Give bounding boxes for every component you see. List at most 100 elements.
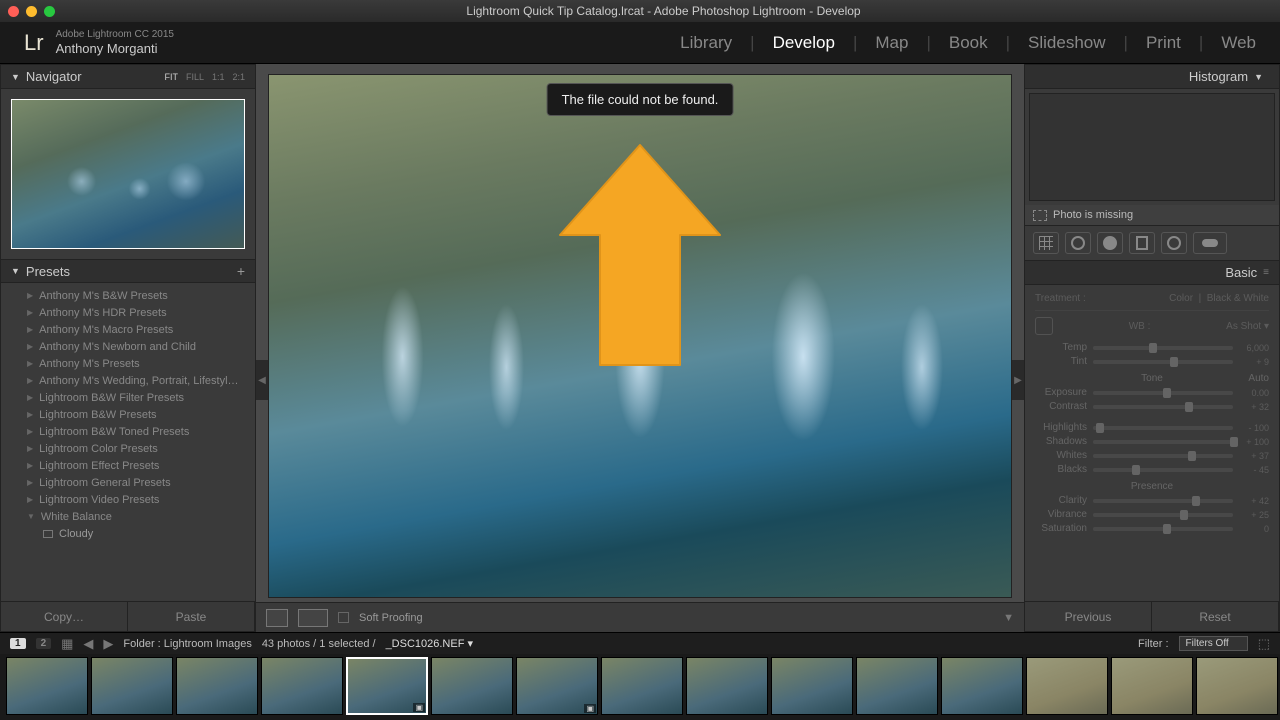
graduated-filter-icon[interactable] [1129, 232, 1155, 254]
adjustment-brush-icon[interactable] [1193, 232, 1227, 254]
crop-tool-icon[interactable] [1033, 232, 1059, 254]
zoom-icon[interactable] [44, 6, 55, 17]
histogram-display[interactable] [1029, 93, 1275, 201]
wb-eyedropper-icon[interactable] [1035, 317, 1053, 335]
preset-folder[interactable]: ▶Lightroom Color Presets [1, 440, 255, 457]
preset-folder[interactable]: ▶Anthony M's HDR Presets [1, 304, 255, 321]
filmstrip-thumb[interactable]: ▣ [346, 657, 428, 715]
slider-clarity[interactable]: Clarity+ 42 [1035, 495, 1269, 506]
loupe-view-icon[interactable] [266, 609, 288, 627]
left-panel-toggle[interactable]: ◀ [256, 360, 268, 400]
filmstrip[interactable]: ▣▣ [0, 654, 1280, 720]
soft-proofing-label: Soft Proofing [359, 612, 423, 624]
preset-folder[interactable]: ▶Lightroom B&W Toned Presets [1, 423, 255, 440]
minimize-icon[interactable] [26, 6, 37, 17]
nav-forward-icon[interactable]: ▶ [103, 636, 113, 652]
filmstrip-thumb[interactable] [601, 657, 683, 715]
slider-temp[interactable]: Temp6,000 [1035, 342, 1269, 353]
slider-shadows[interactable]: Shadows+ 100 [1035, 436, 1269, 447]
slider-highlights[interactable]: Highlights- 100 [1035, 422, 1269, 433]
preset-folder[interactable]: ▶Lightroom Video Presets [1, 491, 255, 508]
filmstrip-thumb[interactable] [176, 657, 258, 715]
preset-folder[interactable]: ▶Lightroom General Presets [1, 474, 255, 491]
slider-exposure[interactable]: Exposure0.00 [1035, 387, 1269, 398]
add-preset-icon[interactable]: + [237, 263, 245, 279]
toolbar-menu-icon[interactable]: ▼ [1003, 612, 1014, 624]
module-map[interactable]: Map [875, 33, 908, 53]
filter-dropdown[interactable]: Filters Off [1179, 636, 1248, 651]
slider-contrast[interactable]: Contrast+ 32 [1035, 401, 1269, 412]
preset-folder-open[interactable]: ▼White Balance [1, 508, 255, 525]
soft-proofing-checkbox[interactable] [338, 612, 349, 623]
nav-zoom-fit[interactable]: FIT [164, 72, 178, 82]
filmstrip-thumb[interactable] [1111, 657, 1193, 715]
slider-tint[interactable]: Tint+ 9 [1035, 356, 1269, 367]
nav-zoom-2:1[interactable]: 2:1 [232, 72, 245, 82]
monitor-1-badge[interactable]: 1 [10, 638, 26, 649]
basic-header[interactable]: Basic ≡ [1025, 261, 1279, 285]
navigator-zoom-options[interactable]: FIT FILL 1:1 2:1 [164, 72, 245, 82]
redeye-tool-icon[interactable] [1097, 232, 1123, 254]
treatment-bw[interactable]: Black & White [1207, 293, 1269, 304]
monitor-2-badge[interactable]: 2 [36, 638, 52, 649]
module-slideshow[interactable]: Slideshow [1028, 33, 1106, 53]
nav-zoom-1:1[interactable]: 1:1 [212, 72, 225, 82]
radial-filter-icon[interactable] [1161, 232, 1187, 254]
preset-folder[interactable]: ▶Anthony M's B&W Presets [1, 287, 255, 304]
filmstrip-thumb[interactable] [431, 657, 513, 715]
treatment-color[interactable]: Color [1169, 293, 1193, 304]
module-book[interactable]: Book [949, 33, 988, 53]
nav-zoom-fill[interactable]: FILL [186, 72, 204, 82]
filmstrip-thumb[interactable] [686, 657, 768, 715]
filmstrip-thumb[interactable] [91, 657, 173, 715]
nav-back-icon[interactable]: ◀ [83, 636, 93, 652]
histogram-header[interactable]: Histogram ▼ [1025, 65, 1279, 89]
filmstrip-path[interactable]: Folder : Lightroom Images [123, 638, 251, 650]
window-controls[interactable] [8, 6, 55, 17]
preset-folder[interactable]: ▶Lightroom B&W Presets [1, 406, 255, 423]
slider-vibrance[interactable]: Vibrance+ 25 [1035, 509, 1269, 520]
filmstrip-thumb[interactable] [941, 657, 1023, 715]
navigator-preview[interactable] [1, 89, 255, 259]
filmstrip-thumb[interactable] [261, 657, 343, 715]
before-after-icon[interactable] [298, 609, 328, 627]
previous-button[interactable]: Previous [1025, 602, 1152, 631]
slider-saturation[interactable]: Saturation0 [1035, 523, 1269, 534]
preset-folder[interactable]: ▶Lightroom Effect Presets [1, 457, 255, 474]
preset-folder[interactable]: ▶Lightroom B&W Filter Presets [1, 389, 255, 406]
photo-canvas[interactable]: The file could not be found. [268, 74, 1012, 598]
preset-folder[interactable]: ▶Anthony M's Newborn and Child [1, 338, 255, 355]
filter-lock-icon[interactable]: ⬚ [1258, 636, 1270, 652]
filmstrip-thumb[interactable] [6, 657, 88, 715]
panel-switch-icon[interactable]: ≡ [1263, 267, 1269, 278]
filmstrip-thumb[interactable] [1026, 657, 1108, 715]
module-web[interactable]: Web [1221, 33, 1256, 53]
navigator-image[interactable] [11, 99, 245, 249]
module-library[interactable]: Library [680, 33, 732, 53]
spot-removal-icon[interactable] [1065, 232, 1091, 254]
preset-folder[interactable]: ▶Anthony M's Wedding, Portrait, Lifestyl… [1, 372, 255, 389]
module-develop[interactable]: Develop [773, 33, 835, 53]
copy-button[interactable]: Copy… [1, 602, 128, 631]
filmstrip-thumb[interactable] [1196, 657, 1278, 715]
right-panel-toggle[interactable]: ▶ [1012, 360, 1024, 400]
module-print[interactable]: Print [1146, 33, 1181, 53]
filmstrip-thumb[interactable] [856, 657, 938, 715]
slider-blacks[interactable]: Blacks- 45 [1035, 464, 1269, 475]
filmstrip-thumb[interactable]: ▣ [516, 657, 598, 715]
preset-folder[interactable]: ▶Anthony M's Macro Presets [1, 321, 255, 338]
presets-header[interactable]: ▼ Presets + [1, 259, 255, 283]
filmstrip-filename[interactable]: _DSC1026.NEF ▾ [386, 637, 473, 650]
filmstrip-thumb[interactable] [771, 657, 853, 715]
slider-whites[interactable]: Whites+ 37 [1035, 450, 1269, 461]
photo-missing-banner[interactable]: Photo is missing [1025, 205, 1279, 225]
wb-dropdown[interactable]: As Shot ▾ [1226, 321, 1269, 332]
navigator-header[interactable]: ▼ Navigator FITFILL1:12:1 [1, 65, 255, 89]
grid-view-icon[interactable]: ▦ [61, 636, 73, 652]
reset-button[interactable]: Reset [1152, 602, 1279, 631]
paste-button[interactable]: Paste [128, 602, 255, 631]
auto-tone-button[interactable]: Auto [1248, 373, 1269, 384]
preset-item[interactable]: Cloudy [1, 525, 255, 542]
preset-folder[interactable]: ▶Anthony M's Presets [1, 355, 255, 372]
close-icon[interactable] [8, 6, 19, 17]
